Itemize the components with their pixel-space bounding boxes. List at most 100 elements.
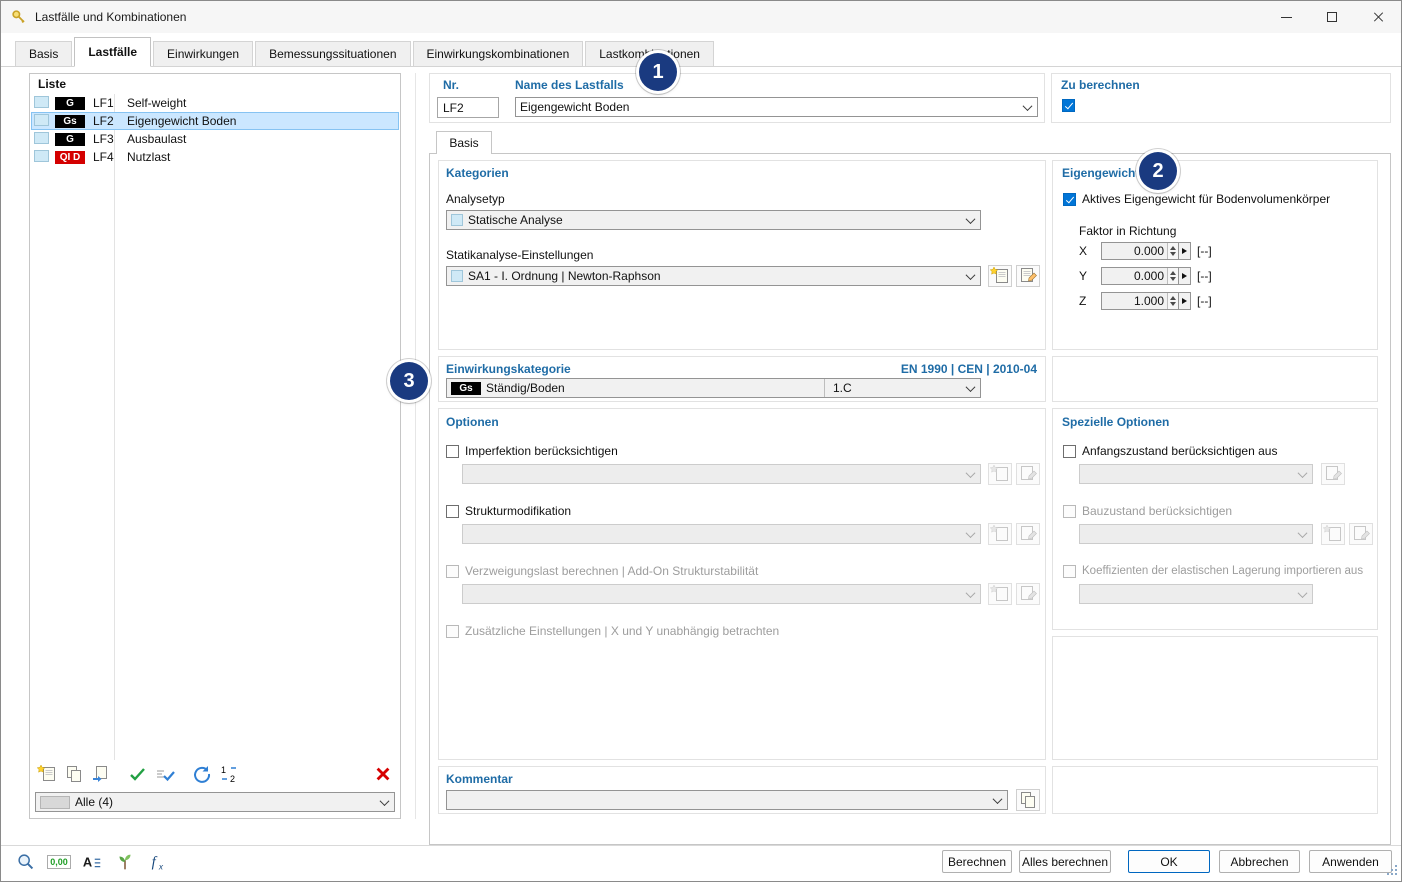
copy-icon <box>67 766 81 782</box>
ok-button[interactable]: OK <box>1128 850 1210 873</box>
footer-divider <box>1 845 1401 846</box>
svg-text:A: A <box>83 854 92 869</box>
einwirkungskategorie-select[interactable]: Gs Ständig/Boden 1.C <box>446 378 981 398</box>
panel-splitter[interactable] <box>415 73 416 819</box>
factor-y-value: 0.000 <box>1133 269 1164 283</box>
tab-bemessungssituationen[interactable]: Bemessungssituationen <box>255 41 411 66</box>
zu-berechnen-checkbox[interactable] <box>1062 99 1075 112</box>
solve-cell-mark <box>34 149 49 162</box>
spinner-buttons[interactable] <box>1167 293 1178 309</box>
list-item-lf1[interactable]: G LF1 Self-weight <box>31 94 399 112</box>
list-item-lf4[interactable]: QI D LF4 Nutzlast <box>31 148 399 166</box>
new-icon <box>989 524 1008 541</box>
refresh-button[interactable] <box>190 763 214 785</box>
list-item-lf3[interactable]: G LF3 Ausbaulast <box>31 130 399 148</box>
verzweigungslast-label: Verzweigungslast berechnen | Add-On Stru… <box>465 564 759 578</box>
check-selected-button[interactable] <box>126 763 150 785</box>
spinner-buttons[interactable] <box>1167 243 1178 259</box>
parameter-picker-button[interactable] <box>1179 267 1191 285</box>
find-icon <box>18 853 34 869</box>
load-case-name: Nutzlast <box>127 150 171 164</box>
factor-z-row: Z 1.000 [--] <box>1079 292 1212 310</box>
new-settings-button[interactable] <box>988 265 1012 287</box>
close-button[interactable] <box>1355 1 1401 33</box>
kommentar-title: Kommentar <box>446 772 513 786</box>
resize-grip[interactable] <box>1385 863 1398 879</box>
name-select[interactable]: Eigengewicht Boden <box>515 97 1038 117</box>
anfangszustand-checkbox[interactable] <box>1063 444 1076 458</box>
new-load-case-button[interactable] <box>35 763 59 785</box>
nr-field[interactable]: LF2 <box>437 97 499 118</box>
koeffizienten-label: Koeffizienten der elastischen Lagerung i… <box>1082 565 1364 577</box>
kommentar-copy-button[interactable] <box>1016 789 1040 811</box>
svg-text:x: x <box>158 862 164 871</box>
imperfektion-label: Imperfektion berücksichtigen <box>465 444 618 458</box>
chevron-down-icon <box>965 467 976 478</box>
subtab-basis[interactable]: Basis <box>436 131 492 154</box>
statik-label: Statikanalyse-Einstellungen <box>446 248 594 262</box>
solve-cell[interactable] <box>31 131 55 147</box>
import-load-case-button[interactable] <box>89 763 113 785</box>
anfangszustand-row: Anfangszustand berücksichtigen aus <box>1063 444 1277 458</box>
strukturmodifikation-checkbox[interactable] <box>446 504 459 518</box>
subtab-label: Basis <box>449 136 479 150</box>
bauzustand-row: Bauzustand berücksichtigen <box>1063 504 1232 518</box>
solve-cell[interactable] <box>31 149 55 165</box>
chevron-down-icon <box>965 381 976 392</box>
koeffizienten-row: Koeffizienten der elastischen Lagerung i… <box>1063 564 1363 578</box>
list-item-lf2[interactable]: Gs LF2 Eigengewicht Boden <box>31 112 399 130</box>
check-all-button[interactable] <box>153 763 177 785</box>
tab-lastfaelle[interactable]: Lastfälle <box>74 37 152 67</box>
edit-icon <box>1021 268 1037 282</box>
tab-einwirkungen[interactable]: Einwirkungen <box>153 41 254 66</box>
parameter-picker-button[interactable] <box>1179 292 1191 310</box>
spinner-buttons[interactable] <box>1167 268 1178 284</box>
spezielle-optionen-box: Spezielle Optionen Anfangszustand berück… <box>1052 408 1378 630</box>
edit-settings-button[interactable] <box>1016 265 1040 287</box>
imperfektion-checkbox[interactable] <box>446 444 459 458</box>
minimize-button[interactable] <box>1263 1 1309 33</box>
empty-box-1 <box>1052 356 1378 402</box>
load-case-id: LF1 <box>93 96 114 110</box>
analysetyp-select[interactable]: Statische Analyse <box>446 210 981 230</box>
factor-x-input[interactable]: 0.000 <box>1101 242 1179 260</box>
category-badge: G <box>55 96 85 110</box>
decimal-places-button[interactable]: 0,00 <box>46 850 72 873</box>
abbrechen-button[interactable]: Abbrechen <box>1219 850 1300 873</box>
factor-y-input[interactable]: 0.000 <box>1101 267 1179 285</box>
anwenden-button[interactable]: Anwenden <box>1309 850 1392 873</box>
list-toolbar: 12 <box>35 762 395 786</box>
window-controls <box>1263 1 1401 33</box>
chevron-down-icon <box>992 793 1003 804</box>
factor-z-input[interactable]: 1.000 <box>1101 292 1179 310</box>
units-button[interactable]: A <box>79 850 105 873</box>
verzweigungslast-select <box>462 584 981 604</box>
solve-cell[interactable] <box>31 113 55 129</box>
units-icon: A <box>83 854 101 869</box>
kommentar-input[interactable] <box>446 790 1008 810</box>
bauzustand-select <box>1079 524 1313 544</box>
display-options-button[interactable] <box>112 850 138 873</box>
list-filter-select[interactable]: Alle (4) <box>35 792 395 812</box>
berechnen-button[interactable]: Berechnen <box>942 850 1012 873</box>
renumber-button[interactable]: 12 <box>217 763 241 785</box>
minimize-icon <box>1280 16 1292 18</box>
name-label: Name des Lastfalls <box>515 78 624 92</box>
solve-cell-mark <box>34 113 49 126</box>
delete-load-case-button[interactable] <box>371 763 395 785</box>
chevron-down-icon <box>1297 467 1308 478</box>
tab-einwirkungskombinationen[interactable]: Einwirkungskombinationen <box>412 41 584 66</box>
maximize-button[interactable] <box>1309 1 1355 33</box>
zusaetzliche-einstellungen-row: Zusätzliche Einstellungen | X und Y unab… <box>446 624 779 638</box>
anwenden-label: Anwenden <box>1322 854 1379 869</box>
tab-basis[interactable]: Basis <box>15 41 73 66</box>
find-button[interactable] <box>13 850 39 873</box>
copy-load-case-button[interactable] <box>62 763 86 785</box>
new-icon <box>1322 524 1341 541</box>
formula-button[interactable]: fx <box>145 850 171 873</box>
parameter-picker-button[interactable] <box>1179 242 1191 260</box>
solve-cell[interactable] <box>31 95 55 111</box>
alles-berechnen-button[interactable]: Alles berechnen <box>1019 850 1111 873</box>
statik-select[interactable]: SA1 - I. Ordnung | Newton-Raphson <box>446 266 981 286</box>
aktives-eigengewicht-checkbox[interactable] <box>1063 192 1076 206</box>
